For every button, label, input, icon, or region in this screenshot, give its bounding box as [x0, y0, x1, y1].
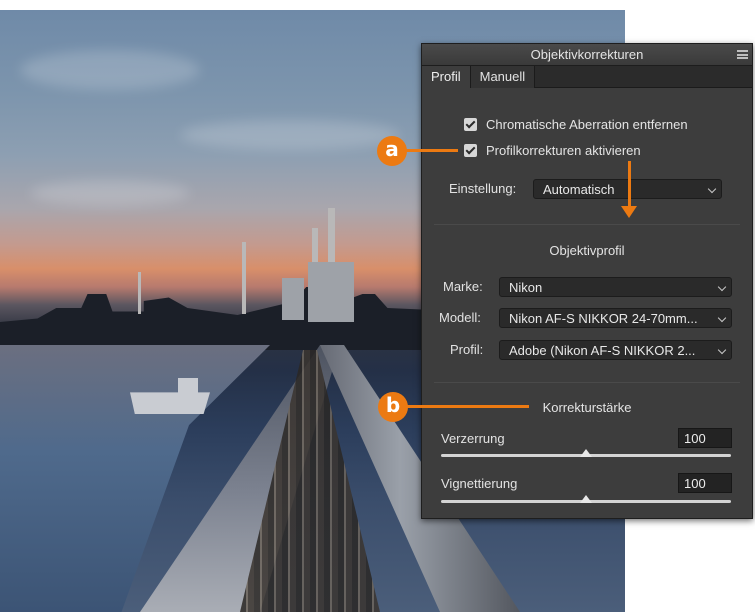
- chevron-down-icon: [717, 345, 727, 355]
- profile-label: Profil:: [450, 342, 484, 357]
- callout-b: b: [378, 392, 408, 422]
- vignetting-label: Vignettierung: [441, 476, 518, 491]
- model-value: Nikon AF-S NIKKOR 24-70mm...: [509, 311, 698, 326]
- panel-menu-icon[interactable]: [737, 50, 748, 59]
- distortion-value-input[interactable]: 100: [678, 428, 732, 448]
- lens-profile-title: Objektivprofil: [549, 243, 625, 258]
- divider: [434, 224, 740, 225]
- power-plant: [282, 278, 304, 320]
- callout-a-line: [406, 149, 458, 152]
- model-label: Modell:: [439, 310, 481, 325]
- chimney: [242, 242, 246, 314]
- distortion-slider-thumb[interactable]: [580, 449, 592, 457]
- tab-manuell[interactable]: Manuell: [469, 66, 536, 88]
- panel-title: Objektivkorrekturen: [530, 47, 644, 62]
- power-plant: [308, 262, 354, 322]
- callout-b-line: [407, 405, 529, 408]
- cloud: [30, 180, 190, 206]
- callout-a: a: [377, 136, 407, 166]
- chimney: [138, 272, 141, 314]
- make-select[interactable]: Nikon: [499, 277, 732, 297]
- profile-corrections-checkbox-row[interactable]: Profilkorrekturen aktivieren: [464, 143, 752, 158]
- chromatic-aberration-checkbox-row[interactable]: Chromatische Aberration entfernen: [464, 117, 752, 132]
- arrow-down-icon: [621, 206, 637, 218]
- distortion-label: Verzerrung: [441, 431, 505, 446]
- profile-value: Adobe (Nikon AF-S NIKKOR 2...: [509, 343, 696, 358]
- chevron-down-icon: [717, 313, 727, 323]
- profile-corrections-label: Profilkorrekturen aktivieren: [486, 143, 641, 158]
- panel-title-bar: Objektivkorrekturen: [422, 44, 752, 66]
- setting-value: Automatisch: [543, 182, 615, 197]
- setting-label: Einstellung:: [449, 181, 517, 196]
- chevron-down-icon: [717, 282, 727, 292]
- divider: [434, 382, 740, 383]
- chromatic-aberration-label: Chromatische Aberration entfernen: [486, 117, 688, 132]
- vignetting-value-input[interactable]: 100: [678, 473, 732, 493]
- lens-corrections-panel: Objektivkorrekturen Profil Manuell Chrom…: [421, 43, 753, 519]
- tab-profil[interactable]: Profil: [422, 66, 470, 88]
- vignetting-slider-thumb[interactable]: [580, 495, 592, 503]
- cloud: [20, 50, 200, 90]
- make-label: Marke:: [443, 279, 483, 294]
- arrow-shaft: [628, 161, 631, 207]
- model-select[interactable]: Nikon AF-S NIKKOR 24-70mm...: [499, 308, 732, 328]
- cloud: [180, 120, 400, 150]
- chromatic-aberration-checkbox[interactable]: [464, 118, 477, 131]
- profile-select[interactable]: Adobe (Nikon AF-S NIKKOR 2...: [499, 340, 732, 360]
- chevron-down-icon: [707, 184, 717, 194]
- profile-corrections-checkbox[interactable]: [464, 144, 477, 157]
- make-value: Nikon: [509, 280, 543, 295]
- tab-bar: Profil Manuell: [422, 66, 752, 88]
